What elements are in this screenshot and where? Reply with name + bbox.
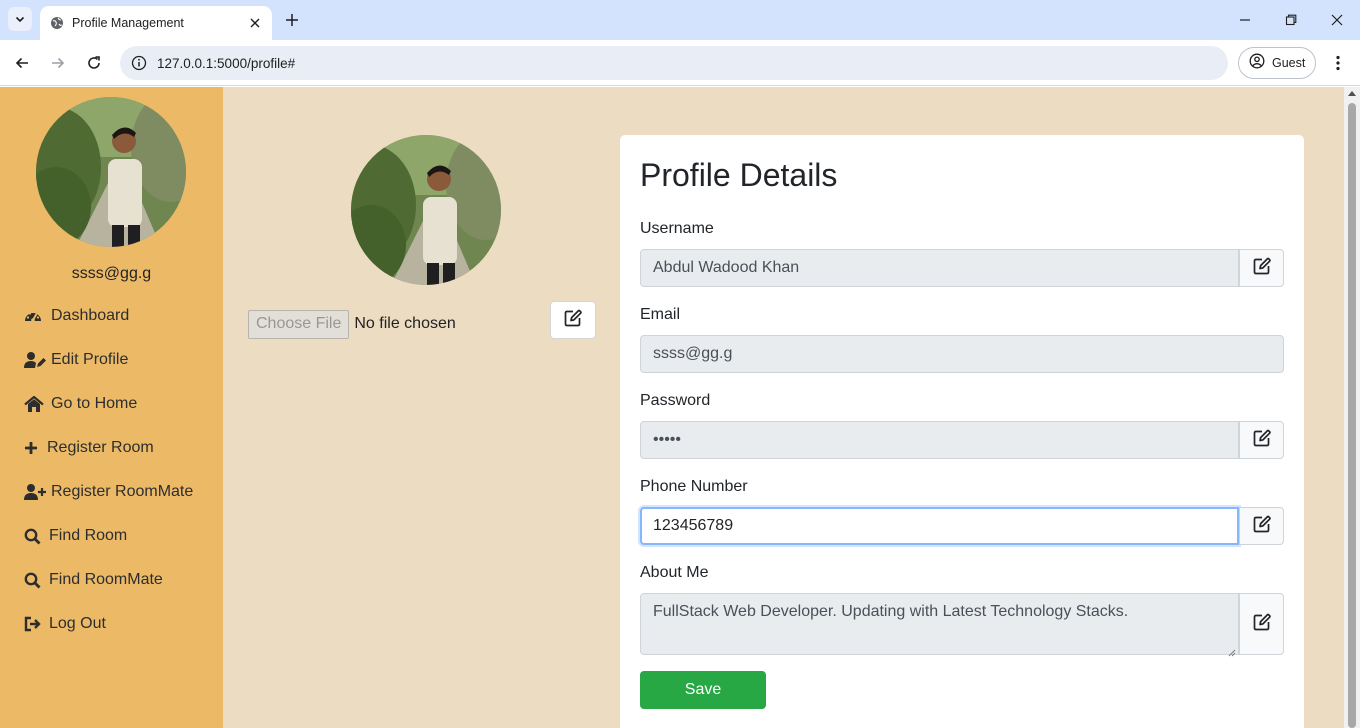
more-vertical-icon[interactable] <box>1326 50 1350 76</box>
file-status: No file chosen <box>354 315 456 332</box>
username-label: Username <box>640 220 714 237</box>
sidebar-item-register-room[interactable]: Register Room <box>24 435 154 461</box>
sidebar-item-find-roommate[interactable]: Find RoomMate <box>24 567 163 593</box>
sidebar-item-label: Dashboard <box>51 307 130 324</box>
choose-file-button[interactable]: Choose File <box>248 309 350 339</box>
search-icon <box>24 571 44 589</box>
sidebar-item-label: Log Out <box>49 615 106 632</box>
profile-label: Guest <box>1272 56 1306 70</box>
vertical-scrollbar[interactable] <box>1344 87 1360 728</box>
sidebar: ssss@gg.g Dashboard Edit Profile Go to H… <box>0 87 223 728</box>
sidebar-item-dashboard[interactable]: Dashboard <box>24 303 129 329</box>
password-label: Password <box>640 392 711 409</box>
sidebar-item-label: Register RoomMate <box>51 483 194 500</box>
home-icon <box>24 395 46 413</box>
user-plus-icon <box>24 483 46 501</box>
sidebar-item-find-room[interactable]: Find Room <box>24 523 127 549</box>
email-field[interactable]: ssss@gg.g <box>640 335 1284 373</box>
sidebar-item-label: Go to Home <box>51 395 138 412</box>
file-input[interactable]: Choose File No file chosen <box>248 309 456 339</box>
close-icon[interactable] <box>1325 8 1349 32</box>
password-field[interactable]: ••••• <box>640 421 1239 459</box>
about-field[interactable]: FullStack Web Developer. Updating with L… <box>640 593 1239 657</box>
browser-toolbar: 127.0.0.1:5000/profile# Guest <box>0 40 1360 86</box>
save-button[interactable]: Save <box>640 671 766 709</box>
plus-icon[interactable] <box>282 10 302 30</box>
browser-tab-bar: Profile Management <box>0 0 1360 40</box>
phone-edit-button[interactable] <box>1239 507 1284 545</box>
sidebar-item-register-roommate[interactable]: Register RoomMate <box>24 479 193 505</box>
edit-icon <box>1253 429 1271 452</box>
scrollbar-thumb[interactable] <box>1348 103 1356 728</box>
browser-tab[interactable]: Profile Management <box>40 6 272 40</box>
restore-icon[interactable] <box>1279 8 1303 32</box>
dashboard-icon <box>24 307 46 325</box>
sidebar-item-edit-profile[interactable]: Edit Profile <box>24 347 128 373</box>
url-text[interactable]: 127.0.0.1:5000/profile# <box>157 56 295 71</box>
profile-button[interactable]: Guest <box>1238 47 1316 79</box>
edit-icon <box>1253 613 1271 636</box>
address-bar[interactable]: 127.0.0.1:5000/profile# <box>120 46 1228 80</box>
arrow-right-icon[interactable] <box>45 50 71 76</box>
user-circle-icon <box>1249 53 1265 74</box>
plus-icon <box>24 439 42 457</box>
sidebar-email: ssss@gg.g <box>71 265 152 282</box>
minimize-icon[interactable] <box>1233 8 1257 32</box>
sidebar-item-label: Edit Profile <box>51 351 129 368</box>
edit-icon <box>1253 515 1271 538</box>
edit-icon <box>564 309 582 332</box>
info-icon[interactable] <box>122 46 156 80</box>
username-field[interactable]: Abdul Wadood Khan <box>640 249 1239 287</box>
sidebar-avatar <box>36 97 186 247</box>
page-content: ssss@gg.g Dashboard Edit Profile Go to H… <box>0 87 1344 728</box>
email-label: Email <box>640 306 681 323</box>
scroll-up-icon[interactable] <box>1348 91 1356 96</box>
phone-field[interactable]: 123456789 <box>640 507 1239 545</box>
user-edit-icon <box>24 351 46 369</box>
edit-icon <box>1253 257 1271 280</box>
tab-title: Profile Management <box>72 16 184 30</box>
photo-edit-button[interactable] <box>550 301 596 339</box>
resize-handle-icon[interactable] <box>1228 644 1236 657</box>
sidebar-item-label: Find Room <box>49 527 128 544</box>
chevron-down-icon[interactable] <box>8 7 32 31</box>
phone-label: Phone Number <box>640 478 748 495</box>
sidebar-item-label: Register Room <box>47 439 154 456</box>
sidebar-item-log-out[interactable]: Log Out <box>24 611 106 637</box>
close-icon[interactable] <box>246 14 264 32</box>
password-edit-button[interactable] <box>1239 421 1284 459</box>
page-title: Profile Details <box>640 157 838 193</box>
sidebar-item-label: Find RoomMate <box>49 571 163 588</box>
globe-icon <box>50 16 64 30</box>
reload-icon[interactable] <box>81 50 107 76</box>
arrow-left-icon[interactable] <box>9 50 35 76</box>
about-edit-button[interactable] <box>1239 593 1284 655</box>
profile-photo <box>351 135 501 285</box>
sidebar-item-go-to-home[interactable]: Go to Home <box>24 391 137 417</box>
logout-icon <box>24 615 44 633</box>
username-edit-button[interactable] <box>1239 249 1284 287</box>
profile-details-card: Profile Details Username Abdul Wadood Kh… <box>620 135 1304 728</box>
about-text: FullStack Web Developer. Updating with L… <box>653 603 1129 620</box>
about-label: About Me <box>640 564 709 581</box>
search-icon <box>24 527 44 545</box>
